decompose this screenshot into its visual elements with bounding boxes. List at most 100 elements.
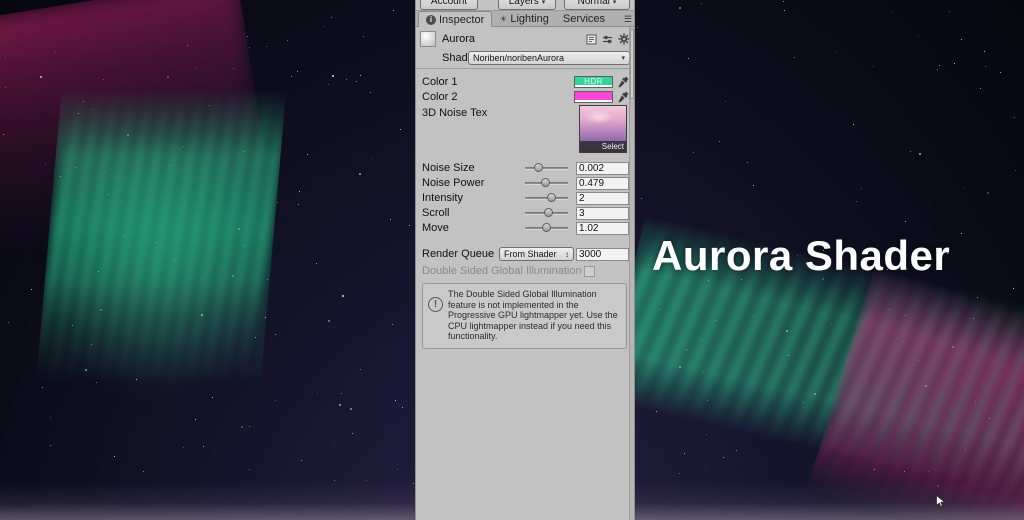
star [975, 401, 976, 402]
layout-dropdown[interactable]: Normal ▾ [564, 0, 630, 10]
slider-label: Noise Power [422, 177, 517, 189]
slider-thumb[interactable] [541, 178, 550, 187]
tab-menu-icon[interactable]: ☰ [624, 14, 631, 25]
select-button[interactable]: Select [580, 141, 626, 152]
star [121, 202, 122, 203]
render-queue-dropdown[interactable]: From Shader ↕ [499, 247, 574, 261]
star [341, 393, 342, 394]
eyedropper-icon[interactable] [618, 76, 629, 88]
star [1000, 72, 1001, 73]
render-queue-field[interactable] [576, 248, 629, 261]
scroll-field[interactable] [576, 207, 629, 220]
slider-thumb[interactable] [534, 163, 543, 172]
star [939, 65, 940, 66]
tab-label: Lighting [510, 12, 549, 26]
noise-tex-thumbnail[interactable]: Select [579, 105, 627, 153]
star [831, 323, 832, 324]
scroll-slider[interactable] [525, 207, 568, 219]
star [400, 129, 401, 130]
star [334, 480, 335, 481]
noise-power-slider[interactable] [525, 177, 568, 189]
star [238, 228, 240, 230]
star [964, 188, 965, 189]
slider-thumb[interactable] [542, 223, 551, 232]
star [786, 330, 788, 332]
star [961, 233, 962, 234]
star [1013, 288, 1014, 289]
help-book-icon[interactable] [586, 34, 597, 45]
material-preview-thumbnail [420, 31, 436, 47]
preset-sliders-icon[interactable] [602, 34, 613, 45]
star [954, 63, 955, 64]
star [110, 168, 111, 169]
star [3, 134, 4, 135]
tab-label: Inspector [439, 13, 484, 27]
star [298, 204, 299, 205]
star [356, 81, 357, 82]
star [50, 445, 51, 446]
star [100, 309, 102, 311]
intensity-field[interactable] [576, 192, 629, 205]
star [249, 426, 250, 427]
scrollbar-thumb[interactable] [630, 29, 634, 99]
star [297, 71, 298, 72]
star [1014, 117, 1015, 118]
help-box-text: The Double Sided Global Illumination fea… [448, 289, 620, 342]
star [952, 346, 954, 348]
move-field[interactable] [576, 222, 629, 235]
tab-services[interactable]: Services [556, 11, 612, 26]
material-header: Aurora Shader Noriben/noribenAurora [416, 27, 634, 69]
eyedropper-icon[interactable] [618, 91, 629, 103]
hdr-badge: HDR [575, 77, 612, 85]
intensity-slider[interactable] [525, 192, 568, 204]
shader-dropdown[interactable]: Noriben/noribenAurora ▾ [468, 51, 630, 65]
star [92, 109, 93, 110]
star [195, 231, 196, 232]
color1-label: Color 1 [422, 76, 517, 88]
alpha-bar [575, 85, 612, 87]
star [371, 158, 372, 159]
star [918, 360, 919, 361]
noise-power-field[interactable] [576, 177, 629, 190]
star [72, 325, 73, 326]
layers-dropdown[interactable]: Layers ▾ [498, 0, 556, 10]
noise-size-slider[interactable] [525, 162, 568, 174]
star [328, 320, 330, 322]
color1-swatch[interactable]: HDR [574, 76, 613, 88]
star [873, 66, 874, 67]
star [794, 57, 795, 58]
account-button[interactable]: Account [420, 0, 478, 10]
move-slider[interactable] [525, 222, 568, 234]
slider-thumb[interactable] [547, 193, 556, 202]
vertical-scrollbar[interactable] [629, 27, 634, 520]
tab-inspector[interactable]: i Inspector [418, 11, 492, 27]
star [331, 17, 332, 18]
noise-tex-row: 3D Noise Tex Select [422, 105, 629, 157]
star [928, 471, 929, 472]
star [103, 79, 104, 80]
layers-label: Layers [509, 0, 539, 7]
slider-row-noise-size: Noise Size [422, 161, 629, 175]
star [814, 393, 816, 395]
slider-row-noise-power: Noise Power [422, 176, 629, 190]
star [203, 446, 204, 447]
star [784, 10, 785, 11]
star [706, 434, 707, 435]
star [679, 7, 681, 9]
color2-swatch[interactable] [574, 91, 613, 103]
slider-thumb[interactable] [544, 208, 553, 217]
star [332, 75, 334, 77]
star [249, 47, 250, 48]
star [892, 12, 893, 13]
star [370, 92, 371, 93]
tab-lighting[interactable]: ☀ Lighting [492, 11, 556, 26]
star [195, 419, 196, 420]
star [409, 225, 410, 226]
star [703, 372, 704, 373]
star [201, 278, 202, 279]
star [701, 340, 702, 341]
mouse-cursor [936, 494, 946, 512]
star [247, 36, 248, 37]
star [753, 185, 754, 186]
noise-size-field[interactable] [576, 162, 629, 175]
